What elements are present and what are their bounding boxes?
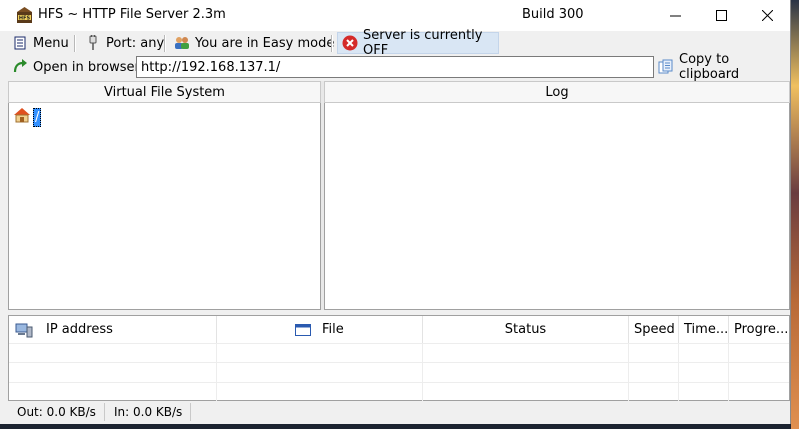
svg-text:HFS: HFS [19, 15, 31, 21]
column-header-progress[interactable]: Progre... [729, 316, 789, 343]
port-label: Port: any [106, 35, 165, 51]
file-window-icon [295, 323, 311, 337]
server-status-label: Server is currently OFF [363, 28, 483, 58]
vfs-header: Virtual File System [8, 81, 321, 103]
open-in-browser-button[interactable]: Open in browser [8, 56, 144, 78]
column-header-speed[interactable]: Speed [629, 316, 679, 343]
main-toolbar: Menu Port: any You are in Easy mode Serv… [0, 28, 790, 58]
server-status-button[interactable]: Server is currently OFF [337, 28, 499, 58]
url-toolbar: Open in browser Copy to clipboard [0, 52, 790, 82]
server-off-icon [342, 35, 358, 51]
out-speed-label: Out: 0.0 KB/s [17, 405, 96, 419]
menu-icon [12, 35, 28, 51]
vfs-tree[interactable]: / [8, 103, 321, 310]
hfs-window: HFS HFS ~ HTTP File Server 2.3m Build 30… [0, 0, 791, 424]
port-button[interactable]: Port: any [81, 32, 168, 54]
close-button[interactable] [744, 0, 790, 31]
open-browser-icon [12, 59, 28, 75]
log-header: Log [324, 81, 790, 103]
connections-table[interactable]: IP address File Status Speed Time... Pro… [8, 315, 790, 401]
clipboard-icon [658, 59, 674, 75]
grid-line [216, 343, 217, 401]
minimize-icon [669, 15, 681, 17]
toolbar-separator [164, 35, 166, 52]
grid-line [628, 343, 629, 401]
grid-line [9, 362, 789, 363]
status-bar: Out: 0.0 KB/s In: 0.0 KB/s [8, 402, 790, 422]
column-header-time[interactable]: Time... [679, 316, 729, 343]
desktop-background [791, 0, 799, 429]
vfs-root-node[interactable]: / [13, 107, 42, 127]
copy-to-clipboard-label: Copy to clipboard [679, 52, 740, 82]
close-icon [761, 10, 773, 21]
toolbar-separator [331, 35, 333, 52]
users-icon [174, 35, 190, 51]
maximize-icon [715, 10, 727, 21]
minimize-button[interactable] [652, 0, 698, 31]
copy-to-clipboard-button[interactable]: Copy to clipboard [654, 52, 790, 82]
network-computer-icon [15, 322, 33, 338]
easy-mode-label: You are in Easy mode [195, 35, 335, 51]
column-header-status[interactable]: Status [423, 316, 629, 343]
grid-line [9, 343, 789, 344]
window-title: HFS ~ HTTP File Server 2.3m [38, 7, 226, 22]
maximize-button[interactable] [698, 0, 744, 31]
menu-button[interactable]: Menu [8, 32, 73, 54]
grid-line [678, 343, 679, 401]
file-header-label: File [322, 322, 344, 337]
out-speed-panel: Out: 0.0 KB/s [8, 403, 105, 421]
in-speed-label: In: 0.0 KB/s [114, 405, 183, 419]
log-area[interactable] [324, 103, 790, 310]
grid-line [728, 343, 729, 401]
toolbar-separator [74, 35, 76, 52]
vfs-root-label[interactable]: / [33, 107, 42, 127]
title-bar[interactable]: HFS HFS ~ HTTP File Server 2.3m Build 30… [0, 0, 790, 31]
grid-line [9, 382, 789, 383]
build-label: Build 300 [522, 7, 584, 22]
ip-address-header-label: IP address [46, 322, 113, 337]
easy-mode-button[interactable]: You are in Easy mode [170, 32, 338, 54]
open-in-browser-label: Open in browser [33, 59, 140, 75]
url-field[interactable] [136, 56, 654, 78]
home-icon [13, 107, 31, 127]
hfs-app-icon: HFS [16, 7, 33, 24]
column-header-ip[interactable]: IP address [9, 316, 217, 343]
column-header-file[interactable]: File [217, 316, 423, 343]
plug-icon [85, 35, 101, 51]
grid-line [422, 343, 423, 401]
in-speed-panel: In: 0.0 KB/s [105, 403, 191, 421]
menu-label: Menu [33, 35, 69, 51]
